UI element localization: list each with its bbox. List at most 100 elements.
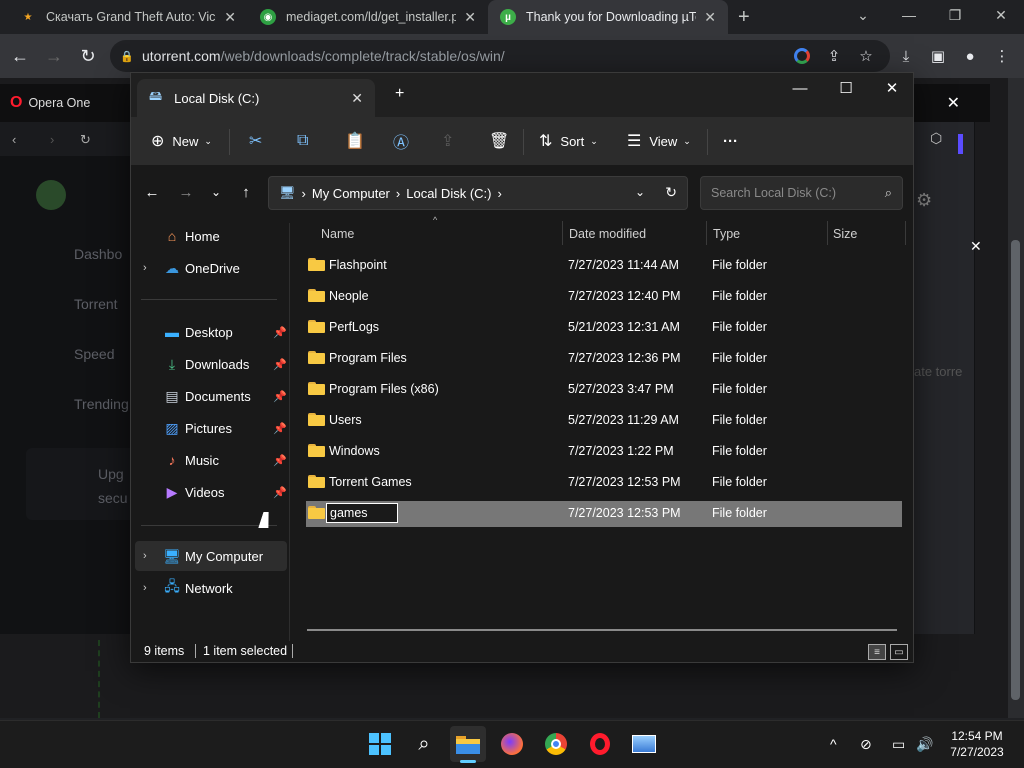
tab-search-chevron-icon[interactable]: ⌄ (840, 0, 886, 30)
file-row[interactable]: Neople 7/27/2023 12:40 PM File folder (306, 284, 902, 310)
column-header-date[interactable]: Date modified (569, 223, 646, 245)
maximize-icon[interactable]: ☐ (823, 73, 869, 103)
photos-icon[interactable] (626, 726, 662, 762)
back-icon[interactable]: ← (141, 181, 163, 203)
tray-overflow-chevron-icon[interactable]: ^ (830, 736, 837, 752)
file-row[interactable]: Users 5/27/2023 11:29 AM File folder (306, 408, 902, 434)
nav-item-music[interactable]: ♪ Music 📌 (135, 445, 287, 475)
file-row[interactable]: Program Files 7/27/2023 12:36 PM File fo… (306, 346, 902, 372)
file-row[interactable]: Flashpoint 7/27/2023 11:44 AM File folde… (306, 253, 902, 279)
opera-icon[interactable] (582, 726, 618, 762)
close-tab-icon[interactable]: ✕ (224, 9, 236, 26)
column-header-type[interactable]: Type (713, 223, 740, 245)
side-panel-icon[interactable]: ▣ (928, 46, 948, 66)
file-row[interactable]: Torrent Games 7/27/2023 12:53 PM File fo… (306, 470, 902, 496)
close-tab-icon[interactable]: ✕ (704, 9, 716, 26)
windows-start-icon[interactable] (362, 726, 398, 762)
nav-item-home[interactable]: ⌂ Home (135, 221, 285, 251)
breadcrumb-my-computer[interactable]: My Computer (312, 186, 390, 201)
column-resize-handle[interactable] (827, 221, 828, 245)
bookmark-star-icon[interactable]: ☆ (856, 46, 876, 66)
back-icon[interactable]: ← (8, 44, 32, 68)
share-button[interactable]: ⇪ (441, 117, 462, 165)
copy-button[interactable]: ⧉ (297, 117, 316, 165)
column-resize-handle[interactable] (905, 221, 906, 245)
sort-button[interactable]: ⇅ Sort ⌄ (539, 117, 598, 165)
system-clock[interactable]: 12:54 PM 7/27/2023 (940, 728, 1014, 760)
refresh-icon[interactable]: ↻ (665, 184, 677, 201)
forward-icon[interactable]: → (42, 44, 66, 68)
close-window-icon[interactable]: ✕ (978, 0, 1024, 30)
nav-item-downloads[interactable]: ⤓ Downloads 📌 (135, 349, 287, 379)
column-header-size[interactable]: Size (833, 223, 857, 245)
nav-item-my-computer[interactable]: › 🖥 My Computer (135, 541, 287, 571)
file-row[interactable]: PerfLogs 5/21/2023 12:31 AM File folder (306, 315, 902, 341)
volume-icon[interactable]: 🔊 (916, 736, 933, 753)
restore-icon[interactable]: ❐ (932, 0, 978, 30)
pane-divider[interactable] (289, 223, 290, 641)
nav-item-onedrive[interactable]: › ☁ OneDrive (135, 253, 285, 283)
file-row[interactable]: Program Files (x86) 5/27/2023 3:47 PM Fi… (306, 377, 902, 403)
close-window-icon[interactable]: ✕ (869, 73, 915, 103)
new-tab-button[interactable]: + (738, 6, 750, 29)
explorer-tab-local-disk[interactable]: 🖴 Local Disk (C:) ✕ (137, 79, 375, 117)
pin-icon[interactable]: 📌 (273, 358, 287, 371)
chrome-icon[interactable] (538, 726, 574, 762)
close-tab-icon[interactable]: ✕ (351, 90, 363, 107)
profile-icon[interactable]: ● (960, 46, 980, 66)
nav-item-videos[interactable]: ▶ Videos 📌 (135, 477, 287, 507)
popup-close-icon[interactable]: ✕ (970, 238, 982, 255)
pin-icon[interactable]: 📌 (273, 454, 287, 467)
rename-input[interactable]: games (326, 503, 398, 523)
extension-cube-icon[interactable]: ⬡ (930, 130, 942, 147)
paste-button[interactable]: 📋 (345, 117, 373, 165)
settings-gear-icon[interactable]: ⚙ (916, 190, 932, 211)
close-tab-icon[interactable]: ✕ (464, 9, 476, 26)
share-icon[interactable]: ⇪ (824, 46, 844, 66)
browser-tab-gta[interactable]: ★ Скачать Grand Theft Auto: Vice C ✕ (8, 0, 248, 34)
more-options-button[interactable]: ··· (723, 117, 738, 165)
chevron-right-icon[interactable]: › (143, 262, 147, 274)
file-row-selected[interactable]: games 7/27/2023 12:53 PM File folder (306, 501, 902, 527)
explorer-address-bar[interactable]: 🖥 › My Computer › Local Disk (C:) › ⌄ ↻ (268, 176, 688, 210)
file-row[interactable]: Windows 7/27/2023 1:22 PM File folder (306, 439, 902, 465)
address-bar[interactable]: 🔒 utorrent.com/web/downloads/complete/tr… (110, 40, 890, 72)
google-lens-icon[interactable] (792, 46, 812, 66)
column-resize-handle[interactable] (706, 221, 707, 245)
opera-forward-icon[interactable]: › (50, 132, 54, 147)
view-button[interactable]: ☰ View ⌄ (627, 117, 691, 165)
firefox-icon[interactable] (494, 726, 530, 762)
new-tab-icon[interactable]: + (395, 85, 404, 103)
pin-icon[interactable]: 📌 (273, 326, 287, 339)
nav-item-pictures[interactable]: ▨ Pictures 📌 (135, 413, 287, 443)
up-icon[interactable]: ↑ (235, 181, 257, 203)
file-explorer-icon[interactable] (450, 726, 486, 762)
column-resize-handle[interactable] (562, 221, 563, 245)
search-input[interactable]: Search Local Disk (C:) ⌕ (700, 176, 903, 210)
menu-kebab-icon[interactable]: ⋮ (992, 46, 1012, 66)
search-icon[interactable]: ⌕ (406, 726, 442, 762)
opera-close-icon[interactable]: ✕ (914, 84, 974, 122)
pin-icon[interactable]: 📌 (273, 390, 287, 403)
delete-button[interactable]: 🗑 (489, 117, 517, 165)
cut-button[interactable]: ✂ (249, 117, 270, 165)
monitor-icon[interactable]: ▭ (892, 736, 905, 753)
recent-locations-chevron-icon[interactable]: ⌄ (205, 181, 227, 203)
opera-back-icon[interactable]: ‹ (12, 132, 16, 147)
download-icon[interactable]: ⤓ (896, 46, 916, 66)
minimize-icon[interactable]: — (777, 73, 823, 103)
horizontal-scrollbar[interactable] (307, 629, 897, 631)
chevron-right-icon[interactable]: › (143, 582, 147, 594)
pin-icon[interactable]: 📌 (273, 422, 287, 435)
details-view-icon[interactable]: ≡ (868, 644, 886, 660)
minimize-icon[interactable]: — (886, 0, 932, 30)
reload-icon[interactable]: ↻ (76, 44, 100, 68)
rename-button[interactable]: Ⓐ (393, 117, 417, 165)
address-dropdown-chevron-icon[interactable]: ⌄ (635, 185, 645, 199)
nav-item-desktop[interactable]: ▬ Desktop 📌 (135, 317, 287, 347)
browser-tab-mediaget[interactable]: ◉ mediaget.com/ld/get_installer.ph ✕ (248, 0, 488, 34)
column-header-name[interactable]: Name (321, 223, 354, 245)
nav-item-network[interactable]: › 🖧 Network (135, 573, 285, 603)
forward-icon[interactable]: → (175, 181, 197, 203)
network-disconnected-icon[interactable]: ⊘ (860, 736, 872, 753)
